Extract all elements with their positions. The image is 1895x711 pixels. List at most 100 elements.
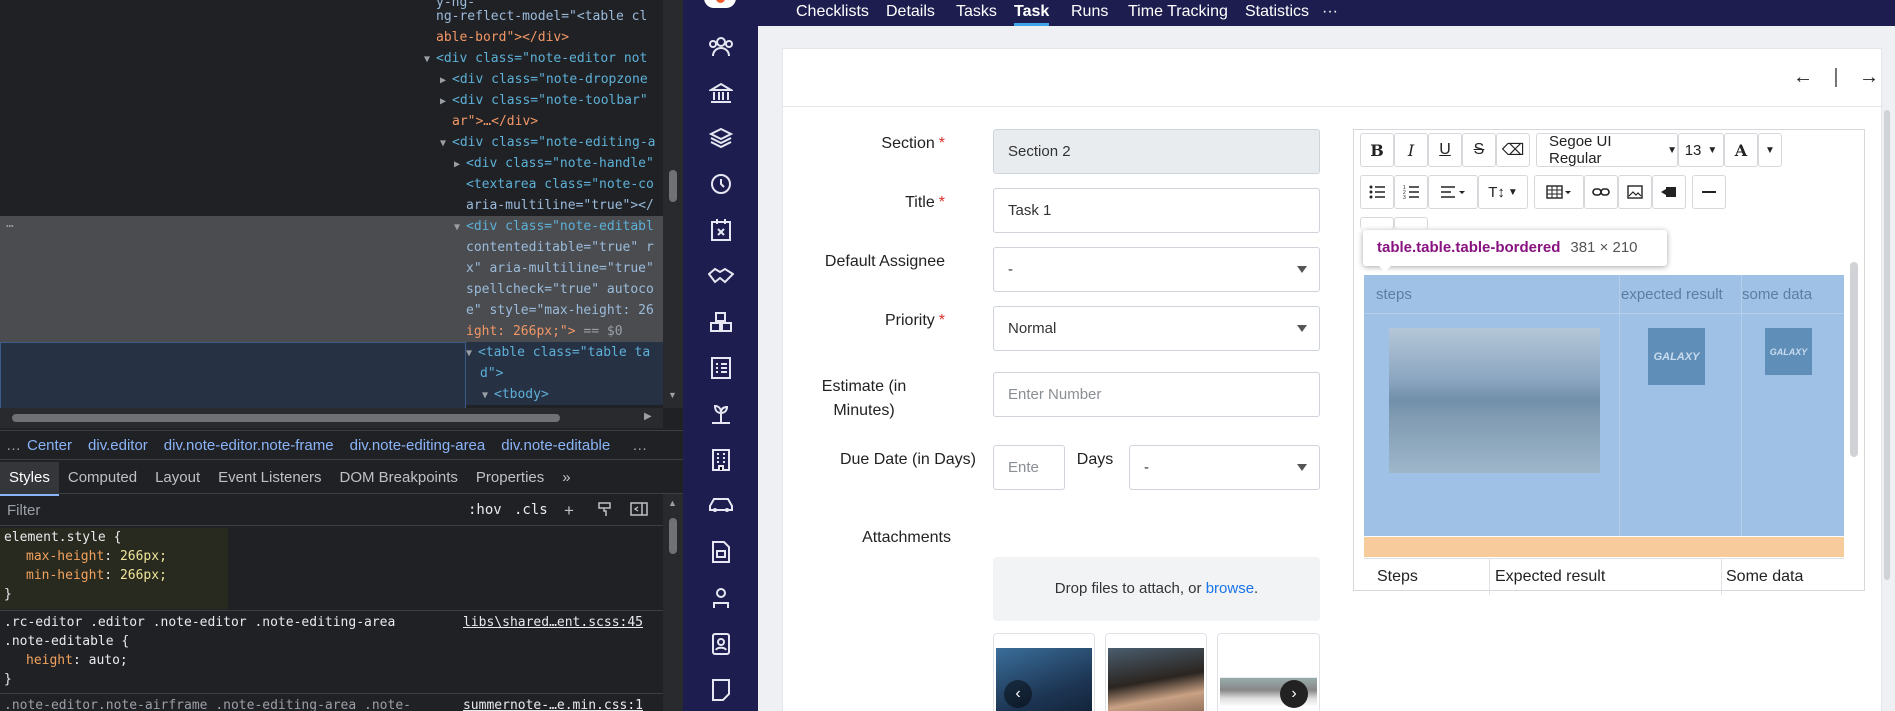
numbered-list-icon[interactable]: 123 <box>1394 175 1428 209</box>
bullet-list-icon[interactable] <box>1360 175 1394 209</box>
handshake-icon[interactable] <box>707 262 735 290</box>
underline-button[interactable]: U <box>1428 133 1462 167</box>
tab-dom-breakpoints[interactable]: DOM Breakpoints <box>331 462 467 494</box>
attachment-dropzone[interactable]: Drop files to attach, or browse. <box>993 557 1320 621</box>
back-arrow-icon[interactable]: ← <box>1791 66 1815 89</box>
section-field[interactable]: Section 2 <box>993 129 1320 174</box>
tab-statistics[interactable]: Statistics <box>1245 0 1309 24</box>
days-select[interactable]: - <box>1129 445 1320 490</box>
breadcrumb-item[interactable]: Center <box>27 437 72 454</box>
strikethrough-button[interactable]: S <box>1462 133 1496 167</box>
dom-line[interactable]: ng-reflect-model="<table cl <box>436 6 663 27</box>
carousel-prev-icon[interactable]: ‹ <box>1004 680 1032 708</box>
dom-line-selected[interactable]: e" style="max-height: 26 <box>0 300 663 321</box>
breadcrumb-ellipsis[interactable]: … <box>6 437 21 454</box>
person-icon[interactable] <box>707 584 735 612</box>
app-logo[interactable] <box>704 0 736 8</box>
table-header-cell[interactable]: steps <box>1376 286 1412 303</box>
toolbar-button-partial[interactable] <box>1360 217 1394 229</box>
cubes-icon[interactable] <box>707 308 735 336</box>
tab-layout[interactable]: Layout <box>146 462 209 494</box>
breadcrumb-item[interactable]: div.note-editing-area <box>350 437 486 454</box>
tab-runs[interactable]: Runs <box>1071 0 1108 24</box>
tab-computed[interactable]: Computed <box>59 462 146 494</box>
table-header-cell[interactable]: expected result <box>1621 286 1723 303</box>
building-icon[interactable] <box>707 446 735 474</box>
font-color-button[interactable]: A <box>1724 133 1758 167</box>
estimate-input[interactable]: Enter Number <box>993 372 1320 417</box>
highlighted-table[interactable]: steps expected result some data GALAXY G… <box>1364 275 1844 536</box>
plant-icon[interactable] <box>707 400 735 428</box>
dom-tree[interactable]: y-ng- ng-reflect-model="<table cl able-b… <box>0 0 663 408</box>
table-cell[interactable]: Steps <box>1377 568 1418 586</box>
page-scrollbar[interactable] <box>1884 110 1890 580</box>
browse-link[interactable]: browse <box>1206 580 1254 597</box>
more-tabs-button[interactable]: ··· <box>1322 0 1338 24</box>
attachment-thumbnail[interactable] <box>1105 633 1207 711</box>
link-icon[interactable] <box>1584 175 1618 209</box>
breadcrumb-item[interactable]: div.editor <box>88 437 148 454</box>
dom-line[interactable]: ar">…</div> <box>452 111 663 132</box>
tab-styles[interactable]: Styles <box>0 462 59 496</box>
tab-properties[interactable]: Properties <box>467 462 553 494</box>
dom-line[interactable]: ▶ <div class="note-dropzone <box>440 69 663 90</box>
paragraph-align-button[interactable] <box>1428 175 1478 209</box>
dom-line-selected[interactable]: ight: 266px;"> == $0 <box>0 321 663 342</box>
bold-button[interactable]: B <box>1360 133 1394 167</box>
table-header-cell[interactable]: some data <box>1742 286 1812 303</box>
sidebar-toggle-icon[interactable] <box>628 501 650 521</box>
tab-checklists[interactable]: Checklists <box>796 0 869 24</box>
dom-line-selected[interactable]: ⋯ ▼ <div class="note-editabl <box>0 216 663 237</box>
galaxy-logo-image[interactable]: GALAXY <box>1765 328 1812 375</box>
default-assignee-select[interactable]: - <box>993 247 1320 292</box>
font-family-select[interactable]: Segoe UI Regular ▼ <box>1536 133 1678 167</box>
priority-select[interactable]: Normal <box>993 306 1320 351</box>
dom-line[interactable]: ▶ <div class="note-handle" <box>454 153 663 174</box>
dom-line[interactable]: <textarea class="note-co <box>466 174 663 195</box>
rule-source-link[interactable]: libs\shared…ent.scss:45 <box>463 613 643 632</box>
rule-source-link[interactable]: summernote-…e.min.css:1 <box>463 696 643 711</box>
table-cell[interactable]: Some data <box>1726 568 1803 586</box>
rule-selector[interactable]: element.style { <box>4 528 663 547</box>
cls-toggle[interactable]: .cls <box>514 502 548 518</box>
filter-input[interactable]: Filter <box>7 502 40 519</box>
dom-line[interactable]: ▶ <div class="note-toolbar" <box>440 90 663 111</box>
tab-tasks[interactable]: Tasks <box>956 0 997 24</box>
toolbar-button-partial[interactable] <box>1394 217 1428 229</box>
breadcrumb-ellipsis[interactable]: … <box>632 437 647 454</box>
video-icon[interactable] <box>1652 175 1686 209</box>
dom-scrollbar[interactable]: ▼ <box>663 0 683 408</box>
new-rule-icon[interactable]: + <box>558 501 580 521</box>
tab-details[interactable]: Details <box>886 0 935 24</box>
css-declaration[interactable]: height: auto; <box>26 651 663 670</box>
image-icon[interactable] <box>1618 175 1652 209</box>
dom-line[interactable]: ▼ <div class="note-editing-a <box>440 132 663 153</box>
tab-overflow[interactable]: » <box>553 462 579 494</box>
carousel-next-icon[interactable]: › <box>1280 680 1308 708</box>
contacts-icon[interactable] <box>707 630 735 658</box>
dom-line[interactable]: ▼ <div class="note-editor not <box>424 48 663 69</box>
layers-icon[interactable] <box>707 124 735 152</box>
breadcrumb-item[interactable]: div.note-editor.note-frame <box>164 437 334 454</box>
forward-arrow-icon[interactable]: → <box>1857 66 1881 89</box>
color-dropdown-button[interactable]: ▼ <box>1758 133 1782 167</box>
eraser-icon[interactable]: ⌫ <box>1496 133 1530 167</box>
dom-line[interactable]: able-bord"></div> <box>436 27 663 48</box>
paint-roller-icon[interactable] <box>594 501 616 521</box>
editor-scrollbar[interactable] <box>1850 262 1858 457</box>
dom-horizontal-scrollbar[interactable]: ▶ <box>0 408 663 428</box>
breadcrumb-item[interactable]: div.note-editable <box>501 437 610 454</box>
document-icon[interactable] <box>707 538 735 566</box>
attachment-thumbnail[interactable]: › <box>1217 633 1320 711</box>
tab-event-listeners[interactable]: Event Listeners <box>209 462 330 494</box>
rule-selector[interactable]: .note-editable { <box>4 632 663 651</box>
dom-line-selected[interactable]: contenteditable="true" r <box>0 237 663 258</box>
galaxy-logo-image[interactable]: GALAXY <box>1648 328 1705 385</box>
attachment-thumbnail[interactable]: ‹ <box>993 633 1095 711</box>
dom-line-selected[interactable]: x" aria-multiline="true" <box>0 258 663 279</box>
css-declaration[interactable]: max-height: 266px; <box>26 547 663 566</box>
line-height-button[interactable]: T↕ ▼ <box>1478 175 1528 209</box>
due-date-input[interactable]: Ente <box>993 445 1065 490</box>
note-icon[interactable] <box>707 676 735 704</box>
landscape-image[interactable] <box>1389 328 1600 473</box>
